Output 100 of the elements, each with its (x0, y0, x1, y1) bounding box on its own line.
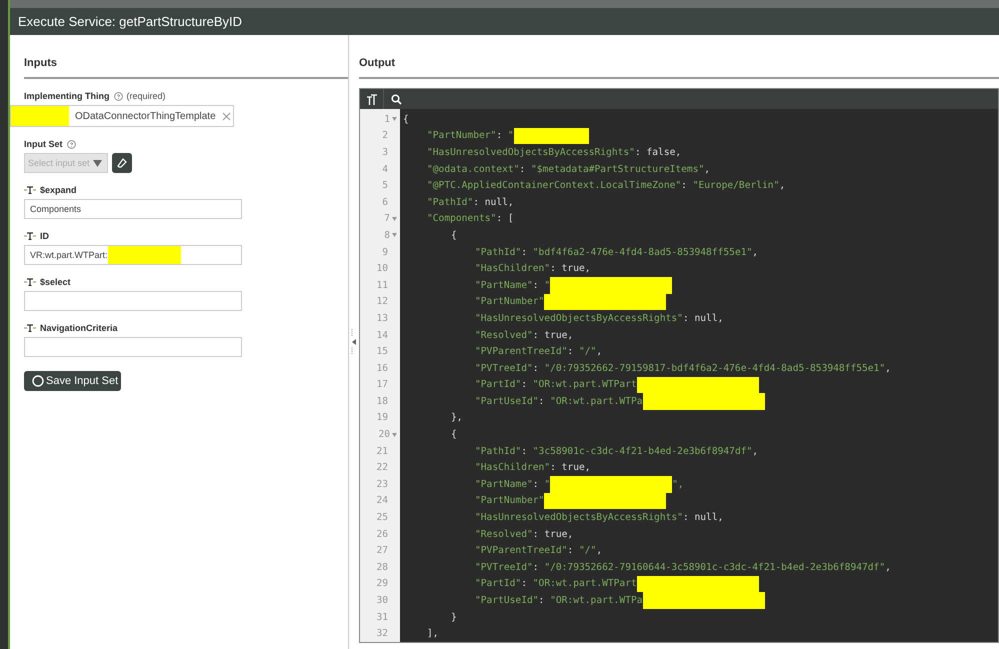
section-heading: Output (359, 35, 999, 79)
code-text: "PartNumber": " (427, 130, 514, 142)
code-text: "Components": [ (427, 213, 514, 224)
close-icon[interactable] (222, 112, 231, 120)
code-text: "@PTC.AppliedContainerContext.LocalTimeZone": "Europe/Berlin", (427, 180, 786, 192)
font-size-icon (366, 94, 378, 104)
code-text: "PVTreeId": "/0:79352662-79160644-3c58901c-c3dc-4f21-b4ed-2e3b6f8947df", (475, 562, 891, 573)
fold-arrow-icon[interactable] (392, 117, 397, 122)
line-number: 20 (378, 429, 390, 440)
line-number: 11 (376, 280, 388, 291)
line-number: 16 (376, 362, 388, 374)
line-number: 2 (382, 130, 388, 142)
line-number: 24 (376, 495, 388, 506)
code-text: "PartNumber" (475, 296, 544, 308)
help-icon[interactable] (114, 92, 122, 100)
code-text: "Resolved": true, (475, 330, 574, 341)
code-text: { (403, 114, 409, 125)
line-number: 10 (376, 263, 388, 274)
code-text: } (451, 612, 457, 623)
text-type-icon (24, 232, 36, 240)
code-text: "PathId": "3c58901c-c3dc-4f21-b4ed-2e3b6f8947df", (475, 446, 758, 457)
code-text: "HasUnresolvedObjectsByAccessRights": null, (475, 512, 724, 524)
line-number: 29 (376, 578, 388, 590)
line-number: 25 (376, 512, 388, 524)
save-input-set-button[interactable]: Save Input Set (24, 371, 121, 391)
code-text: ], (427, 628, 439, 640)
fold-arrow-icon[interactable] (392, 233, 397, 238)
eraser-button[interactable] (112, 153, 132, 173)
code-text: "HasUnresolvedObjectsByAccessRights": null, (475, 312, 724, 324)
line-number: 21 (376, 446, 388, 457)
code-text: { (451, 429, 457, 440)
input-field[interactable] (24, 337, 242, 357)
line-number: 28 (376, 562, 388, 573)
caret-icon (92, 160, 102, 166)
input-field[interactable]: VR:wt.part.WTPart: (24, 245, 242, 265)
line-number: 30 (376, 595, 388, 606)
code-text: "HasUnresolvedObjectsByAccessRights": false, (427, 146, 682, 158)
line-number: 27 (376, 545, 388, 556)
code-text: "PVTreeId": "/0:79352662-79159817-bdf4f6a2-476e-4fd4-8ad5-853948ff55e1", (475, 362, 891, 374)
text-type-icon (24, 324, 36, 332)
code-text: "PartUseId": "OR:wt.part.WTPa (475, 595, 643, 606)
text-type-icon (24, 278, 36, 286)
field-label: $expand (40, 185, 77, 195)
search-icon (390, 94, 402, 104)
code-text: "PathId": "bdf4f6a2-476e-4fd4-8ad5-853948ff55e1", (475, 246, 758, 258)
code-text: "@odata.context": "$metadata#PartStructureItems", (427, 164, 710, 175)
circle-icon (32, 375, 44, 387)
field-label: $select (40, 277, 71, 287)
line-number: 32 (376, 628, 388, 640)
code-text: "PathId": null, (427, 196, 514, 208)
code-text: "PartUseId": "OR:wt.part.WTPa (475, 396, 643, 407)
code-text: "HasChildren": true, (475, 263, 591, 274)
code-text: "PartId": "OR:wt.part.WTPart (475, 379, 637, 390)
line-number: 9 (382, 246, 388, 258)
field-label: Implementing Thing (24, 91, 110, 101)
line-number: 6 (382, 196, 388, 208)
line-number: 8 (384, 230, 390, 241)
thing-chip[interactable]: ODataConnectorThingTemplate (10, 105, 234, 127)
code-text: ", (672, 478, 684, 490)
field-label: Input Set (24, 139, 62, 149)
redaction-mark (11, 106, 69, 126)
code-text: "PVParentTreeId": "/", (475, 346, 602, 358)
line-number: 7 (384, 213, 390, 224)
line-number: 22 (376, 462, 388, 474)
text-type-icon (24, 186, 36, 194)
line-number: 13 (376, 312, 388, 324)
help-icon[interactable] (66, 140, 76, 148)
line-number: 14 (376, 330, 388, 341)
line-number: 19 (376, 412, 388, 424)
line-number: 4 (382, 164, 388, 175)
code-text: "PartName": " (475, 280, 550, 291)
dialog-title: Execute Service: getPartStructureByID (10, 8, 999, 35)
line-number: 3 (382, 146, 388, 158)
fold-arrow-icon[interactable] (392, 216, 397, 221)
line-number: 17 (376, 379, 388, 390)
input-field[interactable]: Components (24, 199, 242, 219)
line-number: 31 (376, 612, 388, 623)
line-number: 12 (376, 296, 388, 308)
code-text: }, (451, 412, 463, 424)
line-number: 15 (376, 346, 388, 358)
input-field[interactable] (24, 291, 242, 311)
collapse-arrow-icon[interactable] (351, 327, 357, 357)
required-note: (required) (126, 91, 166, 101)
code-text: "PartId": "OR:wt.part.WTPart (475, 578, 637, 590)
line-number: 18 (376, 396, 388, 407)
eraser-icon (117, 158, 127, 168)
line-number: 26 (376, 528, 388, 540)
field-label: NavigationCriteria (40, 323, 118, 333)
code-text: "PartName": " (475, 478, 550, 490)
code-text: "HasChildren": true, (475, 462, 591, 474)
fold-arrow-icon[interactable] (392, 432, 397, 437)
code-text: "PVParentTreeId": "/", (475, 545, 602, 556)
line-number: 1 (384, 114, 390, 125)
line-number: 5 (382, 180, 388, 192)
field-label: ID (40, 231, 49, 241)
code-text: "PartNumber" (475, 495, 544, 506)
section-heading: Inputs (24, 35, 348, 79)
code-text: "Resolved": true, (475, 528, 574, 540)
code-text: { (451, 230, 457, 241)
line-number: 23 (376, 478, 388, 490)
